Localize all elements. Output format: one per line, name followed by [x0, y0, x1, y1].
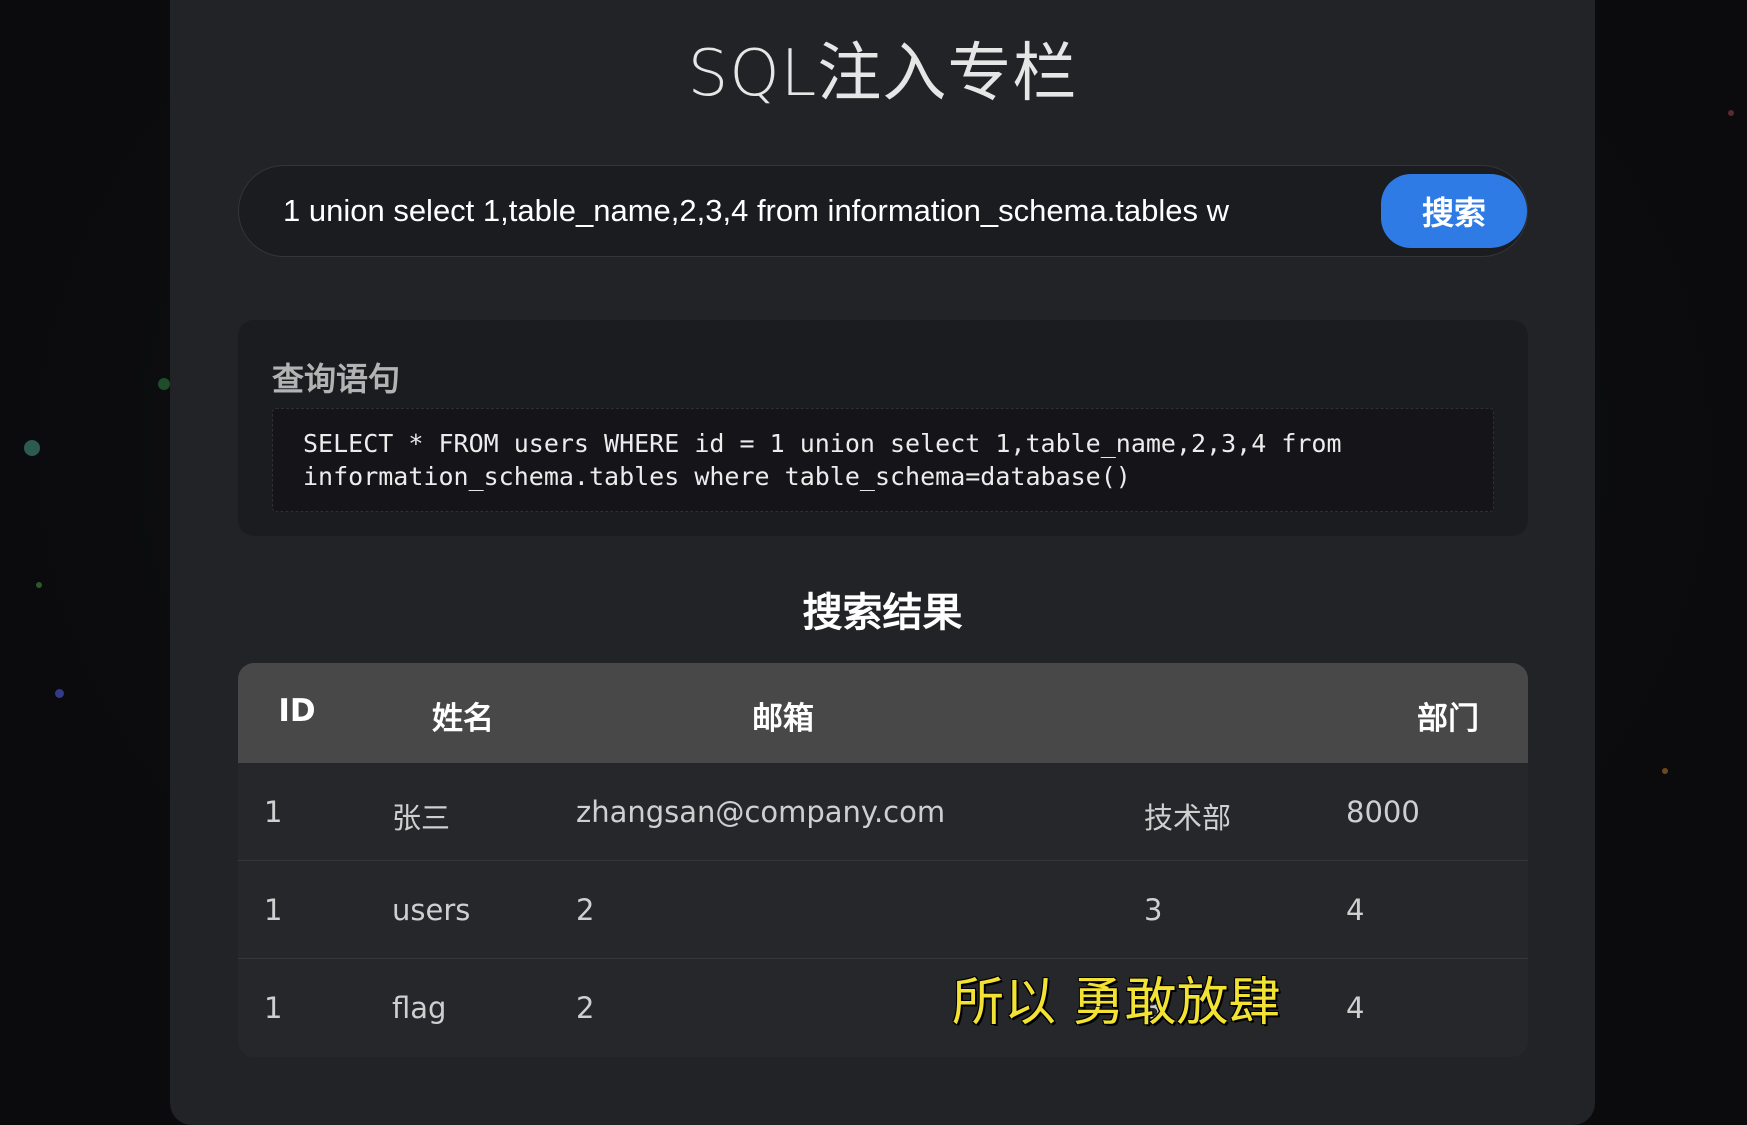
cell-salary: 4	[1346, 893, 1365, 927]
results-title: 搜索结果	[802, 590, 963, 636]
column-header-id: ID	[278, 693, 316, 729]
cell-email: zhangsan@company.com	[576, 795, 946, 829]
background-particle	[55, 689, 64, 698]
main-panel: SQL注入专栏 搜索 查询语句 SELECT * FROM users WHER…	[170, 0, 1595, 1125]
cell-id: 1	[264, 991, 283, 1025]
column-header-department: 部门	[1417, 701, 1479, 737]
page-title: SQL注入专栏	[687, 37, 1078, 111]
table-row: 1 张三 zhangsan@company.com 技术部 8000	[238, 763, 1528, 861]
background-particle	[24, 440, 40, 456]
background-particle	[158, 378, 170, 390]
cell-email: 2	[576, 893, 595, 927]
table-row: 1 users 2 3 4	[238, 861, 1528, 959]
cell-department: 技术部	[1144, 801, 1232, 835]
query-heading: 查询语句	[272, 360, 401, 398]
table-row: 1 flag 2 3 4	[238, 959, 1528, 1057]
cell-salary: 4	[1346, 991, 1365, 1025]
video-subtitle: 所以 勇敢放肆	[952, 973, 1281, 1033]
cell-department: 3	[1144, 893, 1163, 927]
search-input[interactable]	[283, 184, 1323, 238]
search-bar: 搜索	[238, 165, 1528, 257]
cell-id: 1	[264, 893, 283, 927]
column-header-email: 邮箱	[752, 701, 814, 737]
query-card: 查询语句 SELECT * FROM users WHERE id = 1 un…	[238, 320, 1528, 536]
background-particle	[1662, 768, 1668, 774]
background-particle	[1728, 110, 1734, 116]
table-header-row: ID 姓名 邮箱 部门 薪资	[238, 663, 1528, 763]
cell-name: users	[392, 893, 471, 927]
cell-name: 张三	[392, 801, 451, 835]
cell-id: 1	[264, 795, 283, 829]
results-table: ID 姓名 邮箱 部门 薪资 1 张三 zhangsan@company.com…	[238, 663, 1528, 1057]
cell-email: 2	[576, 991, 595, 1025]
app-stage: SQL注入专栏 搜索 查询语句 SELECT * FROM users WHER…	[0, 0, 1747, 1125]
background-particle	[36, 582, 42, 588]
cell-salary: 8000	[1346, 795, 1420, 829]
column-header-name: 姓名	[432, 701, 494, 737]
cell-name: flag	[392, 991, 447, 1025]
search-button[interactable]: 搜索	[1381, 174, 1527, 248]
query-sql-code: SELECT * FROM users WHERE id = 1 union s…	[272, 408, 1494, 512]
